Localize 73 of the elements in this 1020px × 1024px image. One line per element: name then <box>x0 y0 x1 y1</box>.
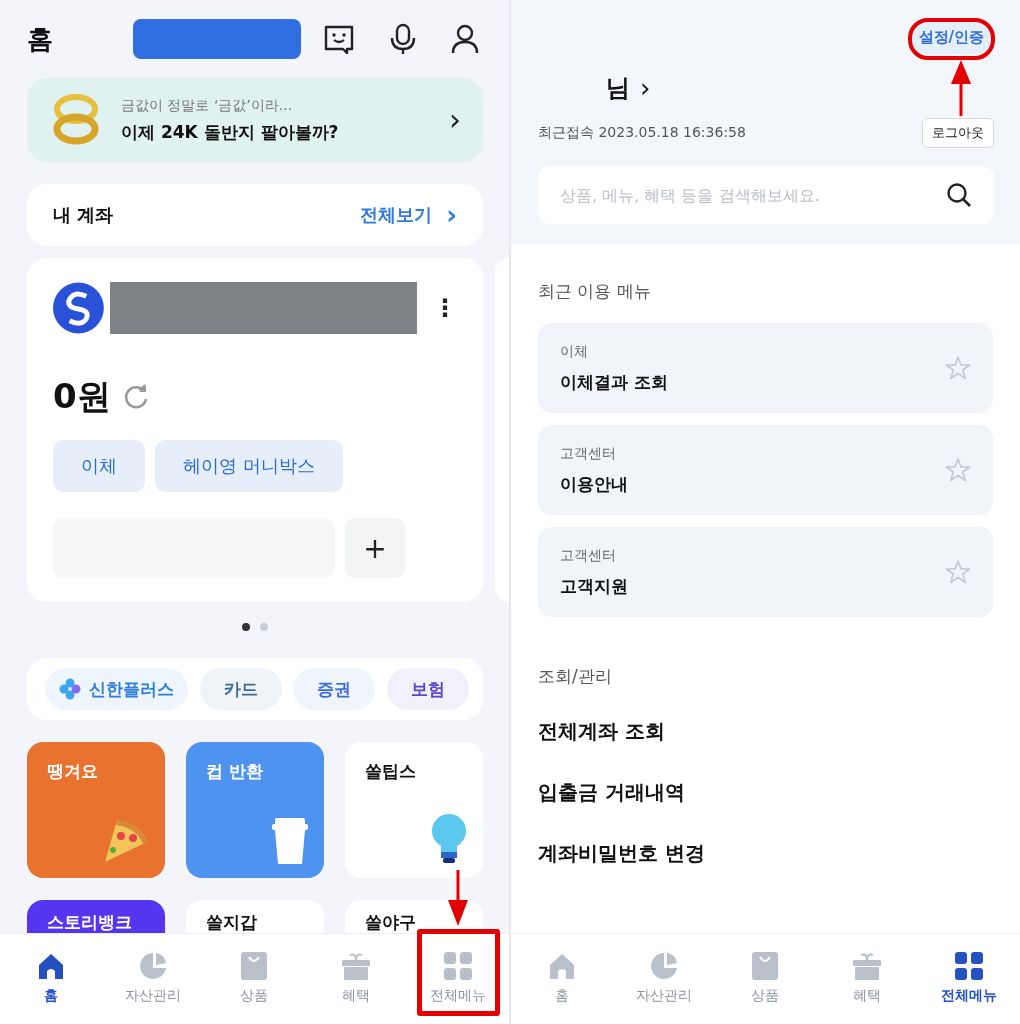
section-title: 내 계좌 <box>53 203 114 227</box>
chatbot-icon[interactable] <box>323 24 355 54</box>
nav-tab[interactable]: 홈 <box>5 950 96 1006</box>
pointer-arrow <box>446 870 470 926</box>
nav-tab[interactable]: 자산관리 <box>618 950 709 1006</box>
nav-tab[interactable]: 혜택 <box>822 950 913 1006</box>
category-chip[interactable]: 카드 <box>199 668 282 710</box>
logout-button[interactable]: 로그아웃 <box>922 118 994 148</box>
recent-menu-card[interactable]: 고객센터 고객지원 <box>538 527 993 617</box>
menu-item[interactable]: 계좌비밀번호 변경 <box>538 840 705 867</box>
rings-icon <box>53 93 99 147</box>
recent-menu-card[interactable]: 이체 이체결과 조회 <box>538 323 993 413</box>
menu-name: 고객지원 <box>560 574 628 598</box>
pointer-arrow <box>949 60 973 116</box>
account-action-button[interactable]: 이체 <box>53 440 145 492</box>
pizza-icon <box>103 818 149 864</box>
menu-category: 고객센터 <box>560 444 617 463</box>
star-icon[interactable] <box>945 457 971 483</box>
last-login-text: 최근접속 2023.05.18 16:36:58 <box>538 124 746 142</box>
nav-tab[interactable]: 전체메뉴 <box>413 950 504 1006</box>
gift-icon <box>341 951 372 981</box>
menu-category: 고객센터 <box>560 546 617 565</box>
menu-item[interactable]: 전체계좌 조회 <box>538 718 665 745</box>
category-chip[interactable]: 보험 <box>386 668 469 710</box>
profile-link[interactable]: 님 › <box>606 72 651 104</box>
microphone-icon[interactable] <box>389 23 417 55</box>
nav-tab[interactable]: 상품 <box>720 950 811 1006</box>
nav-tab[interactable]: 전체메뉴 <box>924 950 1015 1006</box>
service-tile[interactable]: 땡겨요 <box>27 742 165 878</box>
account-action-button[interactable]: 헤이영 머니박스 <box>155 440 343 492</box>
refresh-icon[interactable] <box>122 384 149 410</box>
shopping-bag-icon <box>239 951 270 981</box>
grid-menu-icon <box>443 951 474 981</box>
shopping-bag-icon <box>750 951 781 981</box>
category-chip[interactable]: 신한플러스 <box>45 668 188 710</box>
clover-icon <box>59 678 81 700</box>
cup-icon <box>272 818 308 864</box>
add-button[interactable]: + <box>345 518 405 578</box>
view-all-link[interactable]: 전체보기 › <box>360 202 457 228</box>
banner-caption: 금값이 정말로 ‘금값’이라... <box>121 96 294 115</box>
light-bulb-icon <box>431 814 467 864</box>
category-chip[interactable]: 증권 <box>293 668 376 710</box>
service-tile[interactable]: 컵 반환 <box>186 742 324 878</box>
promo-banner[interactable]: 금값이 정말로 ‘금값’이라... 이제 24K 돌반지 팔아볼까? › <box>27 78 483 162</box>
recent-menu-card[interactable]: 고객센터 이용안내 <box>538 425 993 515</box>
chevron-icon: › <box>449 105 461 135</box>
section-title: 조회/관리 <box>538 665 613 688</box>
nav-tab[interactable]: 혜택 <box>311 950 402 1006</box>
banner-headline: 이제 24K 돌반지 팔아볼까? <box>121 120 340 144</box>
bank-logo-icon <box>53 282 104 334</box>
balance-amount: 0원 <box>53 375 111 418</box>
gift-icon <box>852 951 883 981</box>
nav-tab[interactable]: 상품 <box>209 950 300 1006</box>
grid-menu-icon <box>954 951 985 981</box>
menu-name: 이용안내 <box>560 472 628 496</box>
search-icon[interactable] <box>946 182 972 208</box>
service-tile[interactable]: 쏠지갑 <box>186 900 324 933</box>
star-icon[interactable] <box>945 559 971 585</box>
screen-title: 홈 <box>27 22 53 56</box>
service-tile[interactable]: 쏠팁스 <box>345 742 483 878</box>
pie-chart-icon <box>137 951 168 981</box>
menu-name: 이체결과 조회 <box>560 370 668 394</box>
star-icon[interactable] <box>945 355 971 381</box>
menu-item[interactable]: 입출금 거래내역 <box>538 779 685 806</box>
pie-chart-icon <box>648 951 679 981</box>
user-icon[interactable] <box>451 24 479 54</box>
search-field[interactable]: 상품, 메뉴, 혜택 등을 검색해보세요. <box>538 166 994 224</box>
nav-tab[interactable]: 홈 <box>516 950 607 1006</box>
more-options-icon[interactable]: ⋮ <box>433 294 457 322</box>
section-title: 최근 이용 메뉴 <box>538 280 652 303</box>
nav-tab[interactable]: 자산관리 <box>107 950 198 1006</box>
service-tile[interactable]: 스토리뱅크 <box>27 900 165 933</box>
menu-category: 이체 <box>560 342 589 361</box>
